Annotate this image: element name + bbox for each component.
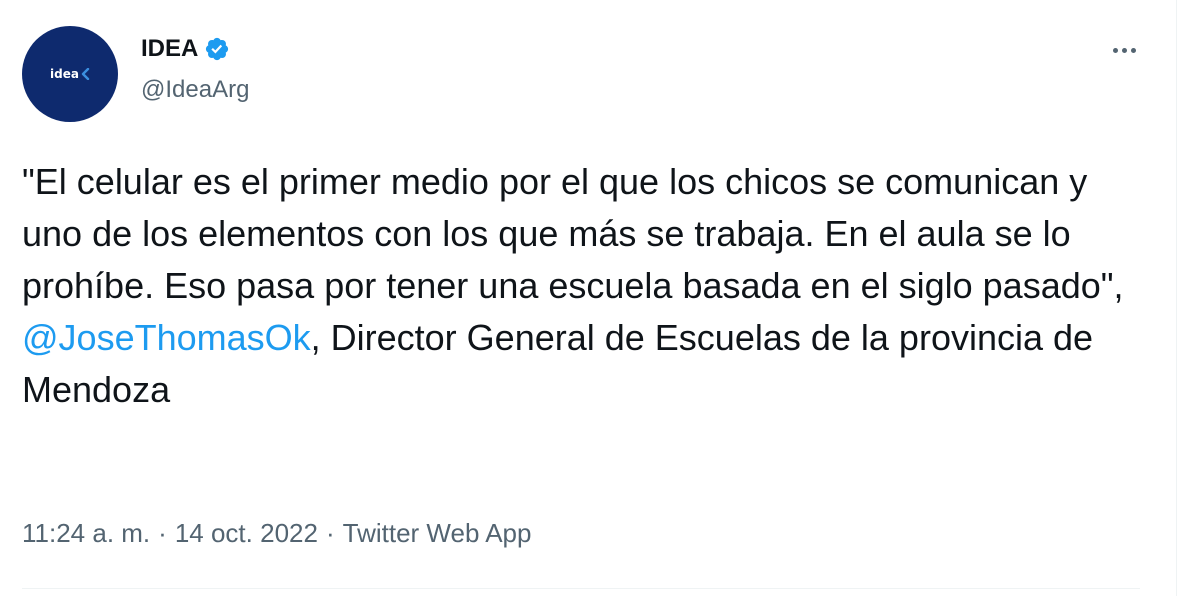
avatar-logo-text: IDEA — [50, 67, 79, 81]
tweet-time[interactable]: 11:24 a. m. — [22, 516, 150, 550]
tweet-metadata: 11:24 a. m. · 14 oct. 2022 · Twitter Web… — [22, 516, 531, 550]
mention-link[interactable]: @JoseThomasOk — [22, 317, 311, 358]
chevron-left-icon — [81, 68, 90, 80]
tweet-source[interactable]: Twitter Web App — [343, 516, 532, 550]
author-handle[interactable]: @IdeaArg — [141, 75, 249, 105]
tweet-date[interactable]: 14 oct. 2022 — [175, 516, 318, 550]
tweet-card: IDEA IDEA @IdeaArg "El celular es el pri… — [0, 0, 1176, 596]
column-border — [1176, 0, 1177, 596]
divider — [22, 588, 1140, 589]
tweet-text: "El celular es el primer medio por el qu… — [22, 156, 1132, 416]
avatar[interactable]: IDEA — [22, 26, 118, 122]
author-display-name[interactable]: IDEA — [141, 34, 198, 64]
author-name-row: IDEA — [141, 33, 230, 65]
meta-separator: · — [158, 518, 167, 548]
verified-badge-icon — [204, 36, 230, 62]
idea-logo: IDEA — [50, 67, 90, 81]
tweet-text-body: "El celular es el primer medio por el qu… — [22, 161, 1124, 306]
meta-separator: · — [325, 518, 335, 548]
more-horizontal-icon — [1112, 47, 1136, 53]
more-options-button[interactable] — [1104, 36, 1144, 64]
